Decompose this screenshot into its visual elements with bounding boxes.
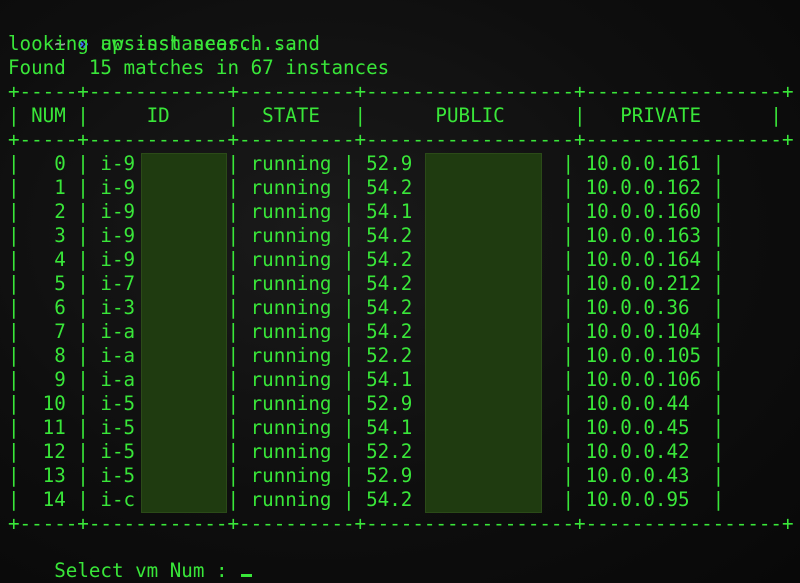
select-prompt-line[interactable]: Select vm Num : bbox=[8, 535, 253, 582]
text-cursor[interactable] bbox=[241, 574, 253, 577]
found-message: Found 15 matches in 67 instances bbox=[8, 56, 390, 79]
prompt-line: ~ » aws-ssh search sand bbox=[8, 8, 320, 55]
table-row: | 3 | i-9 | running | 54.2 | 10.0.0.163 … bbox=[8, 224, 725, 247]
lookup-message: looking up instances..... bbox=[8, 32, 297, 55]
table-row: | 4 | i-9 | running | 54.2 | 10.0.0.164 … bbox=[8, 248, 725, 271]
redaction-public-column bbox=[425, 153, 542, 513]
table-row: | 6 | i-3 | running | 54.2 | 10.0.0.36 | bbox=[8, 296, 725, 319]
table-row: | 9 | i-a | running | 54.1 | 10.0.0.106 … bbox=[8, 368, 725, 391]
table-row: | 0 | i-9 | running | 52.9 | 10.0.0.161 … bbox=[8, 152, 725, 175]
select-prompt-label: Select vm Num : bbox=[54, 559, 240, 582]
table-row: | 7 | i-a | running | 54.2 | 10.0.0.104 … bbox=[8, 320, 725, 343]
table-row: | 2 | i-9 | running | 54.1 | 10.0.0.160 … bbox=[8, 200, 725, 223]
table-row: | 14 | i-c | running | 54.2 | 10.0.0.95 … bbox=[8, 488, 725, 511]
table-row: | 8 | i-a | running | 52.2 | 10.0.0.105 … bbox=[8, 344, 725, 367]
table-border-top: +-----+------------+----------+---------… bbox=[8, 80, 794, 103]
table-row: | 1 | i-9 | running | 54.2 | 10.0.0.162 … bbox=[8, 176, 725, 199]
table-row: | 11 | i-5 | running | 54.1 | 10.0.0.45 … bbox=[8, 416, 725, 439]
table-border-bottom: +-----+------------+----------+---------… bbox=[8, 512, 794, 535]
redaction-id-column bbox=[141, 153, 227, 513]
terminal-window[interactable]: ~ » aws-ssh search sand looking up insta… bbox=[0, 0, 800, 583]
table-row: | 13 | i-5 | running | 52.9 | 10.0.0.43 … bbox=[8, 464, 725, 487]
table-header: | NUM | ID | STATE | PUBLIC | PRIVATE | bbox=[8, 104, 782, 127]
table-border-mid: +-----+------------+----------+---------… bbox=[8, 128, 794, 151]
table-row: | 10 | i-5 | running | 52.9 | 10.0.0.44 … bbox=[8, 392, 725, 415]
table-row: | 12 | i-5 | running | 52.2 | 10.0.0.42 … bbox=[8, 440, 725, 463]
table-row: | 5 | i-7 | running | 54.2 | 10.0.0.212 … bbox=[8, 272, 725, 295]
